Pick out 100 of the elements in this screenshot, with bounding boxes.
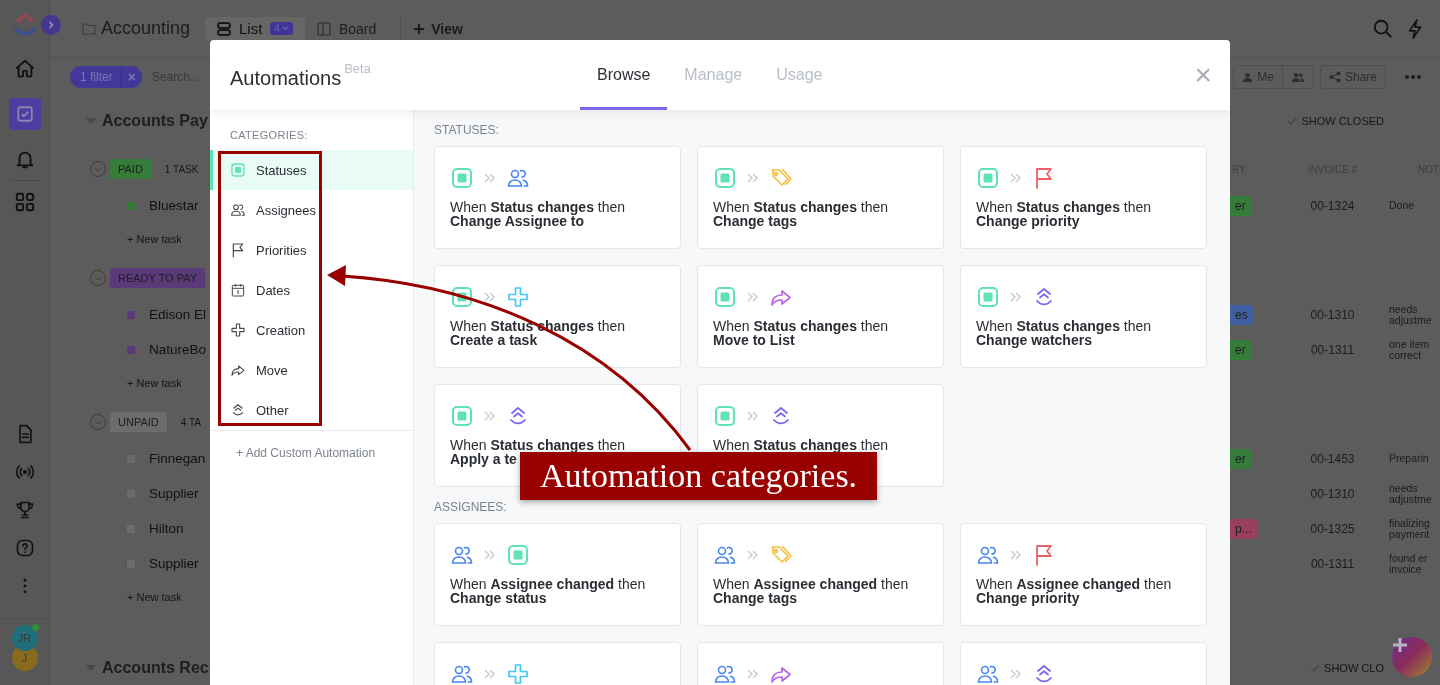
folder-icon [82, 22, 96, 35]
status-badge[interactable]: READY TO PAY [110, 268, 206, 288]
status-square-icon [976, 166, 1000, 190]
section-title[interactable]: Accounts Pay [102, 112, 208, 130]
task-name[interactable]: Bluestar [149, 198, 199, 213]
trophy-icon[interactable] [14, 500, 35, 520]
task-name[interactable]: Supplier [149, 486, 199, 501]
category-tag: es [1230, 304, 1253, 325]
card-action-text: Change tags [713, 214, 798, 228]
status-square-icon [230, 162, 246, 178]
share-icon [1328, 71, 1341, 83]
home-icon[interactable] [13, 58, 36, 80]
clear-filter-button[interactable]: × [120, 66, 142, 88]
task-count: 4 TA [180, 416, 201, 428]
task-name[interactable]: NatureBo [149, 342, 207, 357]
curved-arrow-icon [230, 362, 246, 378]
category-item[interactable]: Creation [210, 310, 413, 350]
close-button[interactable]: × [1194, 60, 1212, 90]
modal-tab[interactable]: Manage [667, 40, 760, 110]
filter-chip[interactable]: 1 filter × [70, 66, 142, 88]
grid-icon[interactable] [13, 191, 36, 213]
breadcrumb-title: Accounting [101, 18, 191, 39]
category-item[interactable]: Priorities [210, 230, 413, 270]
note-cell-text: found er invoice [1389, 552, 1429, 575]
status-square-icon [713, 404, 737, 428]
double-chevron-icon [484, 669, 496, 679]
category-item[interactable]: Assignees [210, 190, 413, 230]
category-item[interactable]: Other [210, 390, 413, 430]
show-closed-button[interactable]: SHOW CLOSED [1287, 115, 1384, 127]
view-tab[interactable]: Board [304, 16, 389, 41]
add-fab-button[interactable] [1392, 637, 1432, 677]
tasks-button[interactable] [8, 98, 41, 130]
status-square-icon [713, 285, 737, 309]
more-icon[interactable] [1404, 74, 1422, 80]
automation-card[interactable]: When Status changes then Change watchers [960, 265, 1207, 368]
note-cell-text: finalizing payment [1389, 517, 1431, 540]
status-badge[interactable]: PAID [110, 159, 151, 179]
invoice-cell-text: 00-1310 [1309, 307, 1356, 322]
status-square-icon[interactable] [127, 345, 135, 354]
automation-card[interactable]: When Status changes then Move to List [697, 265, 944, 368]
double-chevron-icon [1010, 550, 1022, 560]
double-chevron-icon [1010, 292, 1022, 302]
task-name[interactable]: Edison El [149, 307, 207, 322]
show-closed-button[interactable]: SHOW CLO [1310, 662, 1384, 674]
status-square-icon[interactable] [127, 201, 135, 210]
status-square-icon [450, 285, 474, 309]
section-heading: ASSIGNEES: [434, 499, 508, 515]
task-name[interactable]: Supplier [149, 556, 199, 571]
modal-tab[interactable]: Usage [759, 40, 840, 110]
help-icon[interactable] [14, 538, 35, 558]
chevrons-icon [230, 402, 246, 418]
board-icon [316, 21, 331, 36]
new-task-button[interactable]: + New task [127, 377, 182, 389]
category-item[interactable]: Statuses [210, 150, 413, 190]
automation-card[interactable]: When Status changes then Change priority [960, 146, 1207, 249]
new-task-button[interactable]: + New task [127, 233, 182, 245]
double-chevron-icon [1010, 173, 1022, 183]
broadcast-icon[interactable] [14, 462, 35, 482]
calendar-icon [230, 282, 246, 298]
new-task-button[interactable]: + New task [127, 591, 182, 603]
card-action-text: Apply a te [450, 452, 518, 466]
task-name[interactable]: Finnegan [149, 451, 206, 466]
category-tag: er [1230, 339, 1251, 360]
status-square-icon [450, 166, 474, 190]
category-item[interactable]: Dates [210, 270, 413, 310]
search-icon[interactable] [1372, 17, 1394, 40]
card-trigger-text: When Status changes then [713, 200, 890, 214]
lightning-icon[interactable] [1406, 17, 1424, 40]
collapse-circle-icon[interactable] [90, 414, 106, 430]
automation-card[interactable]: When Status changes then Change Assignee to [434, 146, 681, 249]
status-square-icon[interactable] [127, 310, 135, 319]
double-chevron-icon [747, 411, 759, 421]
note-cell-text: needs adjustme [1389, 303, 1433, 326]
automation-card[interactable]: When Assignee changed then Change priority [960, 523, 1207, 626]
collapse-circle-icon[interactable] [90, 161, 106, 177]
section-title[interactable]: Accounts Rec [102, 659, 209, 677]
person-icon [1242, 71, 1254, 83]
expand-button[interactable] [41, 15, 61, 35]
automation-card[interactable]: When Assignee changed then Change status [434, 523, 681, 626]
invoice-cell-text: 00-1311 [1309, 556, 1356, 571]
double-chevron-icon [484, 173, 496, 183]
task-name[interactable]: Hilton [149, 521, 184, 536]
status-badge[interactable]: UNPAID [110, 412, 167, 432]
double-chevron-icon [747, 173, 759, 183]
card-action-text: Create a task [450, 333, 538, 347]
automation-card[interactable]: When Assignee changed then Change tags [697, 523, 944, 626]
avatar[interactable]: JR [11, 625, 38, 651]
category-item[interactable]: Move [210, 350, 413, 390]
modal-title: Automations [230, 66, 342, 90]
card-action-text: Change status [450, 591, 547, 605]
checkbox-icon [15, 105, 34, 123]
add-view-button[interactable]: View [413, 20, 463, 37]
invoice-cell-text: 00-1453 [1309, 451, 1356, 466]
double-chevron-icon [484, 550, 496, 560]
add-custom-automation-link[interactable]: + Add Custom Automation [236, 446, 376, 460]
card-trigger-text: When Status changes then [450, 319, 627, 333]
automation-card[interactable]: When Status changes then Change tags [697, 146, 944, 249]
note-cell-text: Preparin [1389, 453, 1430, 464]
collapse-circle-icon[interactable] [90, 270, 106, 286]
automation-card[interactable]: When Status changes then Create a task [434, 265, 681, 368]
